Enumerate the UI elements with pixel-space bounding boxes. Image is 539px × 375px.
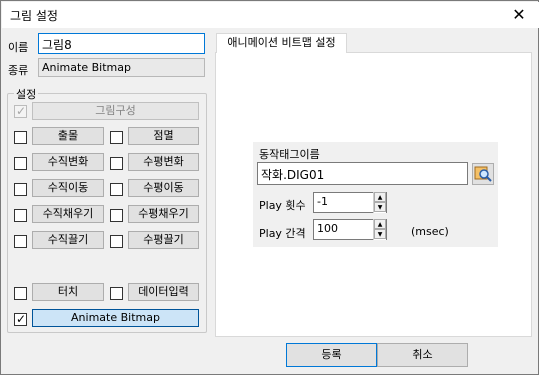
name-input[interactable]: 그림8 — [38, 33, 205, 54]
touch-button[interactable]: 터치 — [32, 283, 104, 301]
horizontal-drag-checkbox[interactable] — [110, 235, 123, 248]
play-count-spinner[interactable]: ▲ ▼ — [373, 192, 386, 213]
vertical-drag-button[interactable]: 수직끌기 — [32, 231, 104, 249]
close-icon[interactable]: ✕ — [505, 3, 533, 27]
play-interval-spinner[interactable]: ▲ ▼ — [373, 219, 386, 240]
vertical-move-checkbox[interactable] — [14, 183, 27, 196]
horizontal-change-button[interactable]: 수평변화 — [128, 153, 199, 171]
horizontal-change-checkbox[interactable] — [110, 157, 123, 170]
msec-unit-label: (msec) — [411, 225, 449, 238]
play-interval-label: Play 간격 — [259, 227, 306, 240]
search-tag-icon — [474, 166, 492, 182]
vertical-change-button[interactable]: 수직변화 — [32, 153, 104, 171]
data-input-checkbox[interactable] — [110, 287, 123, 300]
animate-bitmap-button[interactable]: Animate Bitmap — [32, 309, 199, 327]
window-title: 그림 설정 — [10, 9, 58, 23]
spin-up-icon[interactable]: ▲ — [374, 192, 386, 202]
vertical-drag-checkbox[interactable] — [14, 235, 27, 248]
check-icon: ✓ — [15, 312, 27, 326]
horizontal-move-button[interactable]: 수평이동 — [128, 179, 199, 197]
play-count-label: Play 횟수 — [259, 199, 306, 212]
spin-up-icon[interactable]: ▲ — [374, 219, 386, 229]
animate-bitmap-checkbox[interactable]: ✓ — [14, 312, 27, 326]
horizontal-fill-checkbox[interactable] — [110, 209, 123, 222]
blink-button[interactable]: 출몰 — [32, 127, 104, 145]
type-label: 종류 — [8, 64, 29, 77]
horizontal-fill-button[interactable]: 수평채우기 — [128, 205, 199, 223]
settings-group-caption: 설정 — [14, 86, 39, 102]
tab-animate-bitmap-settings[interactable]: 애니메이션 비트맵 설정 — [216, 33, 347, 53]
tag-name-label: 동작태그이름 — [259, 148, 320, 161]
blink-checkbox[interactable] — [14, 131, 27, 144]
register-button[interactable]: 등록 — [286, 343, 377, 367]
picture-config-checkbox[interactable]: ✓ — [14, 104, 27, 118]
type-field: Animate Bitmap — [38, 58, 205, 77]
flash-checkbox[interactable] — [110, 131, 123, 144]
spin-down-icon[interactable]: ▼ — [374, 229, 386, 239]
vertical-move-button[interactable]: 수직이동 — [32, 179, 104, 197]
vertical-change-checkbox[interactable] — [14, 157, 27, 170]
spin-down-icon[interactable]: ▼ — [374, 202, 386, 212]
vertical-fill-checkbox[interactable] — [14, 209, 27, 222]
name-label: 이름 — [8, 41, 29, 54]
vertical-fill-button[interactable]: 수직채우기 — [32, 205, 104, 223]
browse-tag-button[interactable] — [472, 163, 494, 185]
check-icon: ✓ — [15, 104, 27, 118]
dialog-window: 그림 설정 ✕ 이름 그림8 종류 Animate Bitmap 설정 ✓ 그림… — [0, 0, 539, 375]
horizontal-drag-button[interactable]: 수평끌기 — [128, 231, 199, 249]
data-input-button[interactable]: 데이터입력 — [128, 283, 199, 301]
touch-checkbox[interactable] — [14, 287, 27, 300]
horizontal-move-checkbox[interactable] — [110, 183, 123, 196]
picture-config-button[interactable]: 그림구성 — [32, 102, 199, 120]
tag-name-input[interactable]: 작화.DIG01 — [257, 162, 468, 185]
flash-button[interactable]: 점멸 — [128, 127, 199, 145]
title-bar: 그림 설정 ✕ — [2, 2, 539, 28]
cancel-button[interactable]: 취소 — [377, 343, 468, 367]
